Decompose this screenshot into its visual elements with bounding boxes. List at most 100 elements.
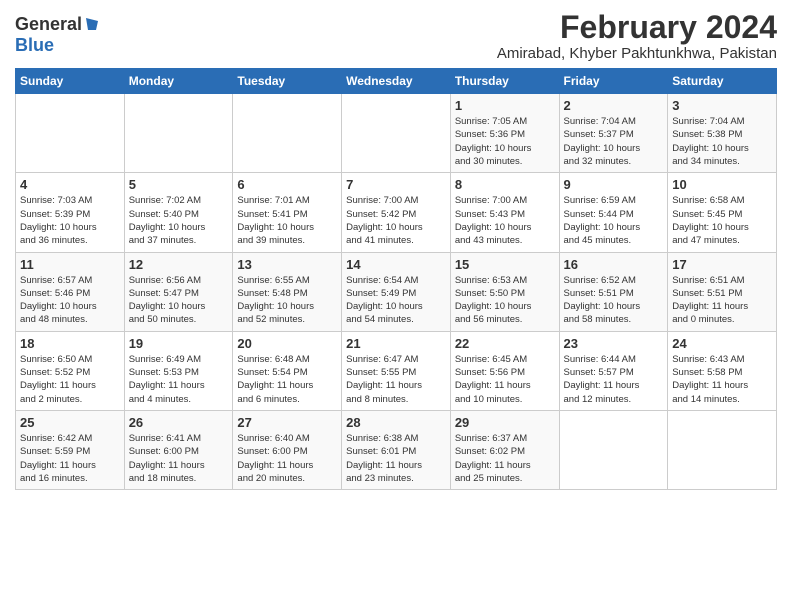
calendar-cell: 3 Sunrise: 7:04 AMSunset: 5:38 PMDaylight…	[668, 94, 777, 173]
day-info: Sunrise: 6:55 AMSunset: 5:48 PMDaylight:…	[237, 274, 337, 327]
day-number: 28	[346, 415, 446, 430]
calendar-cell: 6Sunrise: 7:01 AMSunset: 5:41 PMDaylight…	[233, 173, 342, 252]
day-number: 20	[237, 336, 337, 351]
day-info: Sunrise: 6:43 AMSunset: 5:58 PMDaylight:…	[672, 353, 772, 406]
calendar-cell: 18 Sunrise: 6:50 AMSunset: 5:52 PMDayligh…	[16, 331, 125, 410]
logo-general-text: General	[15, 14, 82, 35]
day-number: 15	[455, 257, 555, 272]
day-info: Sunrise: 7:03 AMSunset: 5:39 PMDaylight:…	[20, 194, 120, 247]
day-number: 14	[346, 257, 446, 272]
weekday-header: Wednesday	[342, 69, 451, 94]
calendar-cell: 12Sunrise: 6:56 AMSunset: 5:47 PMDayligh…	[124, 252, 233, 331]
calendar-cell	[559, 410, 668, 489]
day-number: 3	[672, 98, 772, 113]
calendar-cell: 26 Sunrise: 6:41 AMSunset: 6:00 PMDayligh…	[124, 410, 233, 489]
page-subtitle: Amirabad, Khyber Pakhtunkhwa, Pakistan	[497, 45, 777, 62]
day-info: Sunrise: 6:50 AMSunset: 5:52 PMDaylight:…	[20, 353, 120, 406]
day-info: Sunrise: 6:37 AMSunset: 6:02 PMDaylight:…	[455, 432, 555, 485]
weekday-header-row: SundayMondayTuesdayWednesdayThursdayFrid…	[16, 69, 777, 94]
day-number: 17	[672, 257, 772, 272]
day-number: 11	[20, 257, 120, 272]
day-number: 25	[20, 415, 120, 430]
calendar-cell: 11 Sunrise: 6:57 AMSunset: 5:46 PMDayligh…	[16, 252, 125, 331]
day-number: 29	[455, 415, 555, 430]
day-number: 1	[455, 98, 555, 113]
day-number: 19	[129, 336, 229, 351]
weekday-header: Tuesday	[233, 69, 342, 94]
day-info: Sunrise: 6:38 AMSunset: 6:01 PMDaylight:…	[346, 432, 446, 485]
calendar-cell: 27 Sunrise: 6:40 AMSunset: 6:00 PMDayligh…	[233, 410, 342, 489]
day-number: 21	[346, 336, 446, 351]
calendar-cell	[668, 410, 777, 489]
calendar-cell: 2Sunrise: 7:04 AMSunset: 5:37 PMDaylight…	[559, 94, 668, 173]
day-number: 5	[129, 177, 229, 192]
title-block: February 2024 Amirabad, Khyber Pakhtunkh…	[497, 10, 777, 62]
calendar-cell	[233, 94, 342, 173]
calendar-cell: 19 Sunrise: 6:49 AMSunset: 5:53 PMDayligh…	[124, 331, 233, 410]
day-info: Sunrise: 6:58 AMSunset: 5:45 PMDaylight:…	[672, 194, 772, 247]
calendar-header: SundayMondayTuesdayWednesdayThursdayFrid…	[16, 69, 777, 94]
day-info: Sunrise: 6:40 AMSunset: 6:00 PMDaylight:…	[237, 432, 337, 485]
calendar-cell: 9 Sunrise: 6:59 AMSunset: 5:44 PMDaylight…	[559, 173, 668, 252]
day-info: Sunrise: 7:00 AMSunset: 5:42 PMDaylight:…	[346, 194, 446, 247]
calendar-cell: 8Sunrise: 7:00 AMSunset: 5:43 PMDaylight…	[450, 173, 559, 252]
day-number: 26	[129, 415, 229, 430]
calendar-cell: 20 Sunrise: 6:48 AMSunset: 5:54 PMDayligh…	[233, 331, 342, 410]
calendar-body: 1Sunrise: 7:05 AMSunset: 5:36 PMDaylight…	[16, 94, 777, 490]
weekday-header: Sunday	[16, 69, 125, 94]
calendar-cell: 5Sunrise: 7:02 AMSunset: 5:40 PMDaylight…	[124, 173, 233, 252]
day-number: 6	[237, 177, 337, 192]
calendar-week-row: 25 Sunrise: 6:42 AMSunset: 5:59 PMDayligh…	[16, 410, 777, 489]
weekday-header: Friday	[559, 69, 668, 94]
day-number: 24	[672, 336, 772, 351]
weekday-header: Saturday	[668, 69, 777, 94]
page-header: General Blue February 2024 Amirabad, Khy…	[15, 10, 777, 62]
calendar-cell: 4 Sunrise: 7:03 AMSunset: 5:39 PMDaylight…	[16, 173, 125, 252]
calendar-week-row: 18 Sunrise: 6:50 AMSunset: 5:52 PMDayligh…	[16, 331, 777, 410]
weekday-header: Monday	[124, 69, 233, 94]
calendar-cell: 23Sunrise: 6:44 AMSunset: 5:57 PMDayligh…	[559, 331, 668, 410]
day-number: 16	[564, 257, 664, 272]
page-title: February 2024	[497, 10, 777, 45]
day-info: Sunrise: 6:53 AMSunset: 5:50 PMDaylight:…	[455, 274, 555, 327]
calendar-cell: 14Sunrise: 6:54 AMSunset: 5:49 PMDayligh…	[342, 252, 451, 331]
day-number: 4	[20, 177, 120, 192]
day-info: Sunrise: 6:42 AMSunset: 5:59 PMDaylight:…	[20, 432, 120, 485]
day-number: 12	[129, 257, 229, 272]
calendar-cell	[124, 94, 233, 173]
calendar-cell: 16 Sunrise: 6:52 AMSunset: 5:51 PMDayligh…	[559, 252, 668, 331]
day-info: Sunrise: 7:04 AMSunset: 5:38 PMDaylight:…	[672, 115, 772, 168]
day-info: Sunrise: 6:52 AMSunset: 5:51 PMDaylight:…	[564, 274, 664, 327]
day-info: Sunrise: 7:00 AMSunset: 5:43 PMDaylight:…	[455, 194, 555, 247]
calendar-cell: 1Sunrise: 7:05 AMSunset: 5:36 PMDaylight…	[450, 94, 559, 173]
day-number: 27	[237, 415, 337, 430]
day-info: Sunrise: 6:48 AMSunset: 5:54 PMDaylight:…	[237, 353, 337, 406]
calendar-cell	[342, 94, 451, 173]
calendar-cell: 24 Sunrise: 6:43 AMSunset: 5:58 PMDayligh…	[668, 331, 777, 410]
calendar-cell: 10 Sunrise: 6:58 AMSunset: 5:45 PMDayligh…	[668, 173, 777, 252]
day-info: Sunrise: 7:04 AMSunset: 5:37 PMDaylight:…	[564, 115, 664, 168]
day-info: Sunrise: 6:45 AMSunset: 5:56 PMDaylight:…	[455, 353, 555, 406]
calendar-cell: 28 Sunrise: 6:38 AMSunset: 6:01 PMDayligh…	[342, 410, 451, 489]
day-info: Sunrise: 6:47 AMSunset: 5:55 PMDaylight:…	[346, 353, 446, 406]
day-number: 10	[672, 177, 772, 192]
day-info: Sunrise: 6:51 AMSunset: 5:51 PMDaylight:…	[672, 274, 772, 327]
day-info: Sunrise: 6:59 AMSunset: 5:44 PMDaylight:…	[564, 194, 664, 247]
day-number: 23	[564, 336, 664, 351]
calendar-cell: 13 Sunrise: 6:55 AMSunset: 5:48 PMDayligh…	[233, 252, 342, 331]
calendar-cell: 15 Sunrise: 6:53 AMSunset: 5:50 PMDayligh…	[450, 252, 559, 331]
calendar-cell: 21 Sunrise: 6:47 AMSunset: 5:55 PMDayligh…	[342, 331, 451, 410]
day-number: 7	[346, 177, 446, 192]
day-number: 13	[237, 257, 337, 272]
calendar-week-row: 11 Sunrise: 6:57 AMSunset: 5:46 PMDayligh…	[16, 252, 777, 331]
day-number: 22	[455, 336, 555, 351]
day-info: Sunrise: 6:41 AMSunset: 6:00 PMDaylight:…	[129, 432, 229, 485]
day-info: Sunrise: 6:49 AMSunset: 5:53 PMDaylight:…	[129, 353, 229, 406]
day-info: Sunrise: 6:57 AMSunset: 5:46 PMDaylight:…	[20, 274, 120, 327]
calendar-cell: 7 Sunrise: 7:00 AMSunset: 5:42 PMDaylight…	[342, 173, 451, 252]
day-number: 9	[564, 177, 664, 192]
calendar-cell: 17 Sunrise: 6:51 AMSunset: 5:51 PMDayligh…	[668, 252, 777, 331]
calendar-week-row: 4 Sunrise: 7:03 AMSunset: 5:39 PMDaylight…	[16, 173, 777, 252]
day-number: 18	[20, 336, 120, 351]
logo: General Blue	[15, 10, 100, 56]
